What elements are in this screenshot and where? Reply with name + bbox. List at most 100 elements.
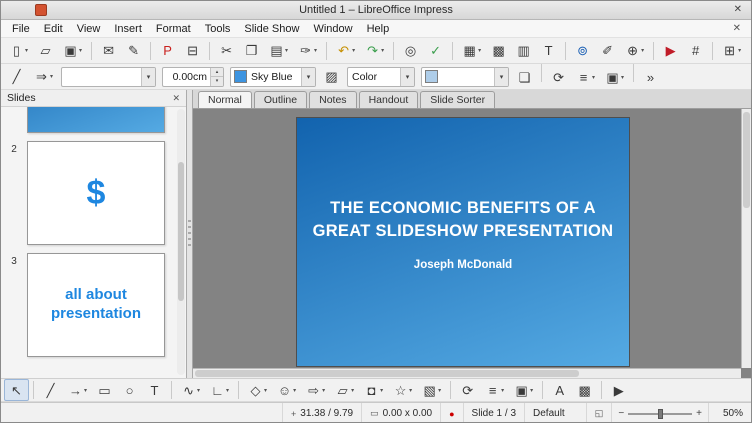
arrow-style-icon[interactable]: ⇒ ▾ (29, 66, 58, 88)
insert-image-icon[interactable]: ▩ (486, 40, 511, 62)
redo-icon[interactable]: ↷ ▾ (360, 40, 389, 62)
slides-panel-close-button[interactable]: ✕ (172, 93, 180, 104)
insert-hyperlink-icon[interactable]: ⊚ (570, 40, 595, 62)
insert-text-box-icon[interactable]: T (142, 379, 167, 401)
slides-panel-scrollbar[interactable] (177, 109, 185, 375)
open-file-icon[interactable]: ▱ (33, 40, 58, 62)
stars-and-banners-icon[interactable]: ☆ ▾ (388, 379, 417, 401)
basic-shapes-icon[interactable]: ◇ ▾ (243, 379, 272, 401)
horizontal-scrollbar-thumb[interactable] (195, 370, 579, 377)
export-pdf-icon[interactable]: P (155, 40, 180, 62)
fit-slide-button[interactable]: ◱ (587, 403, 613, 422)
line-color-select[interactable]: Sky Blue ▾ (230, 66, 317, 87)
menu-edit[interactable]: Edit (37, 22, 70, 36)
shadow-icon[interactable]: ❏ (512, 67, 537, 89)
arrange-icon[interactable]: ▣ ▾ (600, 67, 629, 89)
slide-editor[interactable]: THE ECONOMIC BENEFITS OF A GREAT SLIDESH… (297, 118, 629, 366)
insert-line-icon[interactable]: ╱ (38, 379, 63, 401)
lines-and-arrows-icon[interactable]: → ▾ (63, 379, 92, 401)
display-grid-icon[interactable]: # (683, 40, 708, 62)
slide-layout-icon[interactable]: ◧▾ (746, 40, 751, 62)
block-arrows-icon[interactable]: ⇨ ▾ (301, 379, 330, 401)
menu-tools[interactable]: Tools (198, 22, 238, 36)
undo-icon[interactable]: ↶ ▾ (331, 40, 360, 62)
show-draw-functions-icon[interactable]: ✐ (595, 40, 620, 62)
menu-window[interactable]: Window (306, 22, 359, 36)
slide-1-preview[interactable] (27, 107, 165, 133)
horizontal-scrollbar[interactable] (193, 368, 741, 378)
zoom-out-icon[interactable]: − (618, 408, 624, 419)
slide-thumbnail-1[interactable]: 1 (1, 107, 186, 133)
slide-subtitle[interactable]: Joseph McDonald (414, 259, 512, 271)
zoom-slider-track[interactable] (628, 408, 693, 419)
insert-chart-icon[interactable]: ▥ (511, 40, 536, 62)
zoom-slider-handle[interactable] (657, 408, 663, 419)
zoom-level[interactable]: 50% (709, 403, 751, 422)
new-slide-icon[interactable]: ⊞ ▾ (717, 40, 746, 62)
chevron-down-icon[interactable]: ▾ (141, 67, 156, 86)
window-close-button[interactable]: ✕ (734, 4, 742, 15)
start-from-first-slide-icon[interactable]: ▶ (658, 40, 683, 62)
tab-outline[interactable]: Outline (253, 91, 308, 108)
spin-up-icon[interactable]: ▴ (211, 67, 224, 77)
find-replace-icon[interactable]: ◎ (398, 40, 423, 62)
fontwork-icon[interactable]: A (547, 379, 572, 401)
zoom-in-icon[interactable]: + (696, 408, 702, 419)
zoom-icon[interactable]: ⊕ ▾ (620, 40, 649, 62)
cut-icon[interactable]: ✂ (214, 40, 239, 62)
tab-slide-sorter[interactable]: Slide Sorter (420, 91, 496, 108)
line-width-spinner[interactable]: 0.00cm ▴ ▾ (162, 66, 225, 87)
tab-notes[interactable]: Notes (309, 91, 357, 108)
rotate-icon[interactable]: ⟳ (546, 67, 571, 89)
paste-icon[interactable]: ▤ ▾ (264, 40, 293, 62)
copy-icon[interactable]: ❐ (239, 40, 264, 62)
titlebar[interactable]: Untitled 1 – LibreOffice Impress ✕ (1, 1, 751, 20)
curves-and-polygons-icon[interactable]: ∿ ▾ (176, 379, 205, 401)
new-document-icon[interactable]: ▯ ▾ (4, 40, 33, 62)
callout-shapes-icon[interactable]: ◘ ▾ (359, 379, 388, 401)
menu-format[interactable]: Format (149, 22, 198, 36)
insert-image-icon[interactable]: ▩ (572, 379, 597, 401)
slides-panel-scrollbar-thumb[interactable] (178, 162, 184, 301)
slide-thumbnail-3[interactable]: 3 all about presentation (1, 253, 186, 357)
slide-canvas[interactable]: THE ECONOMIC BENEFITS OF A GREAT SLIDESH… (193, 109, 751, 378)
slide-2-preview[interactable]: $ (27, 141, 165, 245)
menu-file[interactable]: File (5, 22, 37, 36)
chevron-down-icon[interactable]: ▾ (494, 67, 509, 86)
arrange-icon[interactable]: ▣ ▾ (509, 379, 538, 401)
menu-help[interactable]: Help (360, 22, 397, 36)
print-icon[interactable]: ⊟ (180, 40, 205, 62)
slide-3-preview[interactable]: all about presentation (27, 253, 165, 357)
fill-color-select[interactable]: ▾ (421, 66, 510, 87)
menu-view[interactable]: View (70, 22, 108, 36)
presentation-icon[interactable]: ▶ (606, 379, 631, 401)
insert-text-box-icon[interactable]: T (536, 40, 561, 62)
menu-slide-show[interactable]: Slide Show (237, 22, 306, 36)
vertical-scrollbar[interactable] (741, 109, 751, 368)
tab-normal[interactable]: Normal (198, 91, 252, 108)
line-style-select[interactable]: ▾ (61, 66, 157, 87)
rotate-icon[interactable]: ⟳ (455, 379, 480, 401)
clone-formatting-icon[interactable]: ✑ ▾ (293, 40, 322, 62)
tab-handout[interactable]: Handout (358, 91, 419, 108)
spelling-icon[interactable]: ✓ (423, 40, 448, 62)
zoom-slider[interactable]: − + (612, 403, 709, 422)
save-icon[interactable]: ▣ ▾ (58, 40, 87, 62)
slide-thumbnail-2[interactable]: 2 $ (1, 141, 186, 245)
status-master-style[interactable]: Default (525, 403, 587, 422)
status-modified[interactable]: ● (441, 403, 464, 422)
send-email-icon[interactable]: ✉ (96, 40, 121, 62)
select-icon[interactable]: ↖ (4, 379, 29, 401)
toolbar-options-icon[interactable]: » (638, 67, 663, 89)
close-document-button[interactable]: ✕ (727, 23, 747, 34)
chevron-down-icon[interactable]: ▾ (400, 67, 415, 86)
flowchart-shapes-icon[interactable]: ▱ ▾ (330, 379, 359, 401)
align-objects-icon[interactable]: ≡ ▾ (480, 379, 509, 401)
vertical-scrollbar-thumb[interactable] (743, 112, 750, 208)
chevron-down-icon[interactable]: ▾ (301, 67, 316, 86)
area-style-icon[interactable]: ▨ (319, 66, 344, 88)
align-objects-icon[interactable]: ≡ ▾ (571, 67, 600, 89)
slide-title[interactable]: THE ECONOMIC BENEFITS OF A GREAT SLIDESH… (313, 197, 614, 243)
insert-table-icon[interactable]: ▦ ▾ (457, 40, 486, 62)
ellipse-icon[interactable]: ○ (117, 379, 142, 401)
